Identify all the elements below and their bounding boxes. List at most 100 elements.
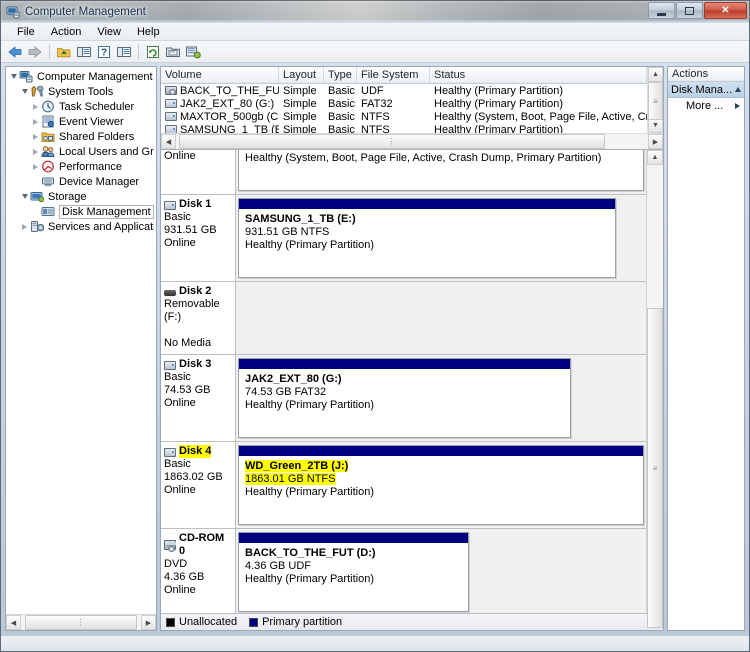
show-hide-console-tree-icon[interactable] — [75, 43, 93, 61]
back-icon[interactable] — [6, 43, 24, 61]
partition-block[interactable]: BACK_TO_THE_FUT (D:) 4.36 GB UDF Healthy (… — [238, 532, 470, 612]
column-header-layout[interactable]: Layout — [279, 67, 324, 83]
disk-row[interactable]: Disk 0Basic465.76 GBOnlineMAXTOR_500gb (… — [161, 150, 646, 195]
tree-horizontal-scrollbar[interactable]: ◀ ⋮ ▶ — [6, 614, 156, 630]
tree-hscroll-thumb[interactable]: ⋮ — [25, 615, 137, 630]
disk-vscroll-thumb[interactable]: ≡ — [647, 308, 663, 628]
volume-scroll-up-arrow[interactable]: ▲ — [648, 67, 663, 82]
disk-info-panel[interactable]: Disk 2 Removable (F:) No Media — [161, 282, 236, 354]
disk-row[interactable]: Disk 2 Removable (F:) No Media — [161, 282, 646, 355]
tree-hscroll-track[interactable]: ⋮ — [21, 615, 141, 630]
disk-view-vertical-scrollbar[interactable]: ▲ ≡ ▼ — [646, 150, 663, 628]
volume-row[interactable]: SAMSUNG_1_TB (E:) Simple Basic NTFS Healthy … — [161, 123, 647, 133]
disk-scroll-up-arrow[interactable]: ▲ — [647, 150, 663, 165]
partition-status: Healthy (Primary Partition) — [245, 486, 374, 498]
partition-block[interactable]: SAMSUNG_1_TB (E:) 931.51 GB NTFS Healthy (… — [238, 198, 616, 278]
scroll-left-arrow[interactable]: ◀ — [6, 615, 21, 630]
actions-group-disk-management[interactable]: Disk Mana... — [668, 82, 744, 98]
properties-list-icon[interactable] — [115, 43, 133, 61]
minimize-button[interactable] — [648, 2, 675, 19]
menu-file[interactable]: File — [9, 25, 43, 39]
help-icon[interactable]: ? — [95, 43, 113, 61]
export-list-icon[interactable] — [184, 43, 202, 61]
expand-arrow-right-icon[interactable] — [30, 118, 41, 125]
scroll-right-arrow[interactable]: ▶ — [141, 615, 156, 630]
expand-arrow-right-icon[interactable] — [30, 148, 41, 155]
expand-arrow-right-icon[interactable] — [30, 163, 41, 170]
tree-item-disk-management[interactable]: Disk Management — [6, 204, 156, 219]
main-content: Computer Management (Local System Tools Ta… — [1, 63, 749, 635]
disk-row[interactable]: Disk 4 Basic 1863.02 GB Online WD_Green_2TB … — [161, 442, 646, 529]
tree-item-device-manager[interactable]: Device Manager — [6, 174, 156, 189]
disk-row[interactable]: CD-ROM 0 DVD 4.36 GB Online BACK_TO_THE_FUT … — [161, 529, 646, 613]
up-folder-icon[interactable] — [55, 43, 73, 61]
tree-item-performance[interactable]: Performance — [6, 159, 156, 174]
disk-info-panel[interactable]: Disk 3 Basic 74.53 GB Online — [161, 355, 236, 441]
maximize-button[interactable] — [676, 2, 703, 19]
volume-vscroll-thumb[interactable]: ≡ — [648, 82, 663, 120]
disk-info-panel[interactable]: Disk 1 Basic 931.51 GB Online — [161, 195, 236, 281]
column-header-file-system[interactable]: File System — [357, 67, 430, 83]
volume-row[interactable]: MAXTOR_500gb (C:) Simple Basic NTFS Healthy … — [161, 110, 647, 123]
volume-list-horizontal-scrollbar[interactable]: ◀ ⋮ ▶ — [161, 133, 663, 149]
tree-item-system-tools[interactable]: System Tools — [6, 84, 156, 99]
disk-vscroll-track[interactable]: ≡ — [647, 165, 663, 628]
partition-block[interactable]: MAXTOR_500gb (C:)465.76 GB NTFSHealthy (… — [238, 150, 644, 191]
column-header-status[interactable]: Status — [430, 67, 647, 83]
hard-drive-icon — [164, 360, 177, 370]
volume-list-vertical-scrollbar[interactable]: ▲ ≡ ▼ — [647, 67, 663, 133]
chevron-right-icon[interactable] — [735, 103, 740, 109]
expand-arrow-down-icon[interactable] — [19, 194, 30, 199]
volume-scroll-right-arrow[interactable]: ▶ — [648, 134, 663, 149]
disk-row[interactable]: Disk 3 Basic 74.53 GB Online JAK2_EXT_80 (G:… — [161, 355, 646, 442]
forward-icon[interactable] — [26, 43, 44, 61]
disk-info-panel[interactable]: CD-ROM 0 DVD 4.36 GB Online — [161, 529, 236, 613]
hard-drive-icon — [165, 124, 178, 133]
menu-help[interactable]: Help — [129, 25, 168, 39]
tree-item-shared-folders[interactable]: Shared Folders — [6, 129, 156, 144]
tree-item-storage[interactable]: Storage — [6, 189, 156, 204]
volume-hscroll-track[interactable]: ⋮ — [176, 134, 648, 149]
expand-arrow-right-icon[interactable] — [30, 133, 41, 140]
volume-scroll-left-arrow[interactable]: ◀ — [161, 134, 176, 149]
partition-block[interactable]: JAK2_EXT_80 (G:) 74.53 GB FAT32 Healthy (P… — [238, 358, 571, 438]
partition-status: Healthy (System, Boot, Page File, Active… — [245, 152, 602, 164]
volume-hscroll-thumb[interactable]: ⋮ — [179, 134, 605, 149]
tree-item-task-scheduler[interactable]: Task Scheduler — [6, 99, 156, 114]
actions-item-more[interactable]: More ... — [668, 98, 744, 114]
chevron-up-icon[interactable] — [735, 87, 741, 92]
actions-header: Actions — [668, 67, 744, 82]
menu-view[interactable]: View — [89, 25, 129, 39]
partition-color-bar — [239, 199, 615, 210]
disk-state: Online — [164, 237, 196, 249]
disk-info-panel[interactable]: Disk 4 Basic 1863.02 GB Online — [161, 442, 236, 528]
volume-row[interactable]: JAK2_EXT_80 (G:) Simple Basic FAT32 Healthy … — [161, 97, 647, 110]
disk-row[interactable]: Disk 1 Basic 931.51 GB Online SAMSUNG_1_TB (… — [161, 195, 646, 282]
disk-state: Online — [164, 484, 196, 496]
tree-item-computer-management-local[interactable]: Computer Management (Local — [6, 69, 156, 84]
device-manager-icon — [41, 175, 56, 189]
tree-item-services-and-applications[interactable]: Services and Applications — [6, 219, 156, 234]
volume-row[interactable]: BACK_TO_THE_FUT (D:) Simple Basic UDF Health… — [161, 84, 647, 97]
volume-scroll-down-arrow[interactable]: ▼ — [648, 118, 663, 133]
expand-arrow-down-icon[interactable] — [8, 74, 19, 79]
column-header-volume[interactable]: Volume — [161, 67, 279, 83]
partition-label: JAK2_EXT_80 (G:) — [245, 373, 342, 385]
tree-item-event-viewer[interactable]: Event Viewer — [6, 114, 156, 129]
expand-arrow-down-icon[interactable] — [19, 89, 30, 94]
expand-arrow-right-icon[interactable] — [19, 223, 30, 230]
menu-action[interactable]: Action — [43, 25, 90, 39]
refresh-icon[interactable] — [144, 43, 162, 61]
partition-block[interactable]: WD_Green_2TB (J:) 1863.01 GB NTFS Healthy … — [238, 445, 644, 525]
volume-cell-name: BACK_TO_THE_FUT (D:) — [161, 85, 279, 97]
disk-partition-area: BACK_TO_THE_FUT (D:) 4.36 GB UDF Healthy (… — [236, 529, 646, 613]
close-button[interactable]: ✕ — [704, 2, 747, 19]
expand-arrow-right-icon[interactable] — [30, 103, 41, 110]
tree-item-label: Computer Management (Local — [37, 70, 154, 83]
properties-icon[interactable] — [164, 43, 182, 61]
column-header-type[interactable]: Type — [324, 67, 357, 83]
partition-text: MAXTOR_500gb (C:)465.76 GB NTFSHealthy (… — [239, 150, 643, 190]
disk-info-panel[interactable]: Disk 0Basic465.76 GBOnline — [161, 150, 236, 194]
tree-item-local-users-and-groups[interactable]: Local Users and Groups — [6, 144, 156, 159]
volume-vscroll-track[interactable]: ≡ — [648, 82, 663, 120]
